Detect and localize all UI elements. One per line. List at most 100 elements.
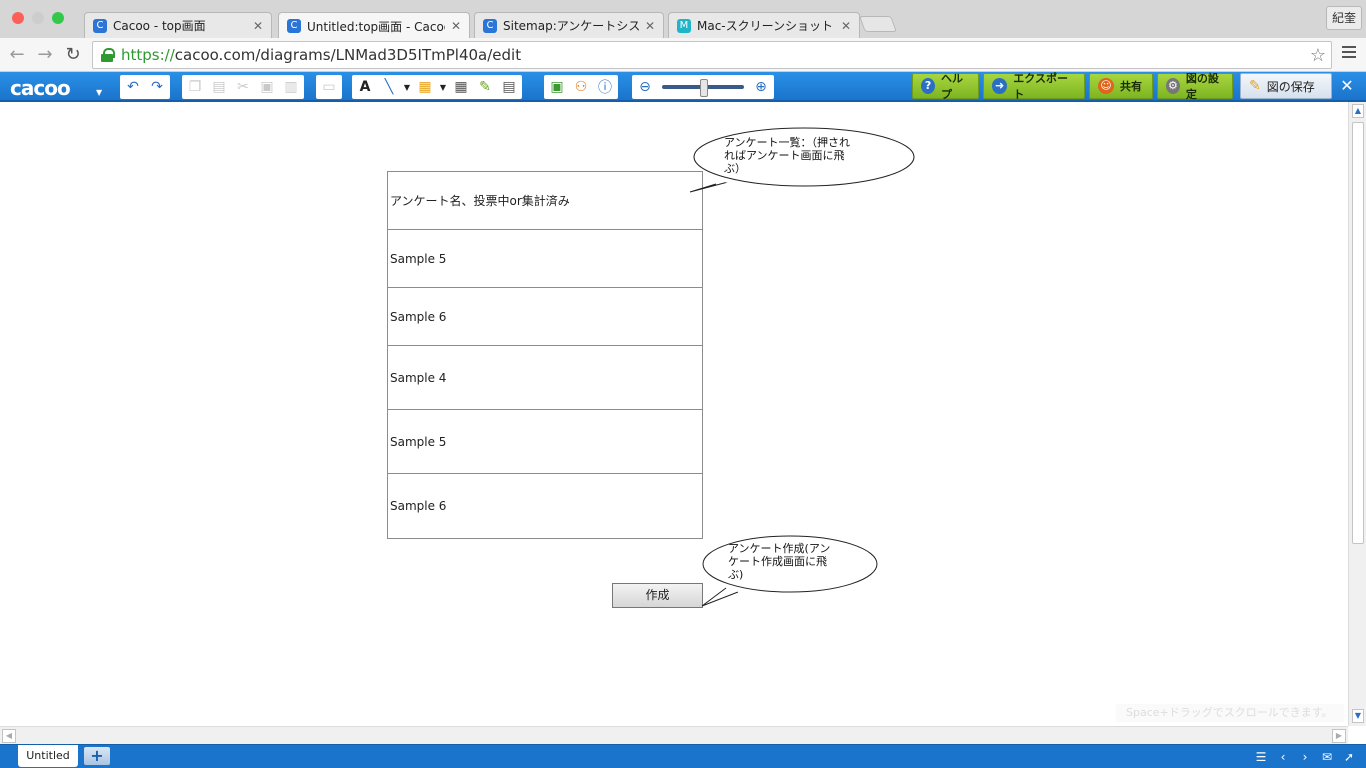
undo-redo-group: ↶ ↷ xyxy=(120,75,170,99)
minimize-window-button[interactable] xyxy=(32,12,44,24)
tab-title: Sitemap:アンケートシステム xyxy=(503,19,639,33)
create-button[interactable]: 作成 xyxy=(612,583,703,608)
prev-sheet-icon[interactable]: ‹ xyxy=(1274,748,1292,766)
list-header-row[interactable]: アンケート名、投票中or集計済み xyxy=(387,171,703,230)
text-tool-icon[interactable]: A xyxy=(354,76,376,98)
close-tab-icon[interactable]: ✕ xyxy=(451,19,461,33)
tab-title: Untitled:top画面 - Cacoo xyxy=(307,19,445,34)
export-label: エクスポート xyxy=(1013,72,1068,101)
save-button[interactable]: ✎ 図の保存 xyxy=(1240,73,1332,99)
tab-title: Mac-スクリーンショット | 初 xyxy=(697,19,835,33)
info-icon[interactable]: ⓘ xyxy=(594,76,616,98)
row-label: Sample 5 xyxy=(390,434,447,449)
zoom-out-icon[interactable]: ⊖ xyxy=(634,76,656,98)
close-tab-icon[interactable]: ✕ xyxy=(645,19,655,33)
reload-icon[interactable]: ↻ xyxy=(62,44,84,66)
image-icon[interactable]: ▣ xyxy=(546,76,568,98)
horizontal-scrollbar[interactable]: ◀ ▶ xyxy=(0,726,1348,744)
browser-tab[interactable]: C Sitemap:アンケートシステム ✕ xyxy=(474,12,664,38)
scroll-left-icon[interactable]: ◀ xyxy=(2,729,16,743)
paste-icon[interactable]: ▤ xyxy=(208,76,230,98)
line-tool-icon[interactable]: ╲ xyxy=(378,76,400,98)
cacoo-logo[interactable]: cacoo xyxy=(10,76,71,100)
gear-icon: ⚙ xyxy=(1166,78,1180,94)
browser-tab[interactable]: C Cacoo - top画面 ✕ xyxy=(84,12,272,38)
list-item[interactable]: Sample 5 xyxy=(387,409,703,474)
chevron-down-icon[interactable]: ▼ xyxy=(438,76,448,98)
bookmark-star-icon[interactable]: ☆ xyxy=(1310,45,1326,66)
close-window-button[interactable] xyxy=(12,12,24,24)
export-icon: ➜ xyxy=(992,78,1008,94)
draw-tools-group: A ╲ ▼ ▦ ▼ ▦ ✎ ▤ xyxy=(352,75,522,99)
sheet-tab[interactable]: Untitled xyxy=(18,745,78,767)
copy-icon[interactable]: ❐ xyxy=(184,76,206,98)
add-sheet-button[interactable]: + xyxy=(84,747,110,765)
callout-line: ればアンケート画面に飛 xyxy=(724,149,845,162)
share-icon: ☺ xyxy=(1098,78,1114,94)
shape-tool-icon[interactable]: ▦ xyxy=(414,76,436,98)
zoom-slider[interactable] xyxy=(662,79,744,97)
chevron-down-icon[interactable]: ▼ xyxy=(96,88,102,97)
redo-icon[interactable]: ↷ xyxy=(146,76,168,98)
share-label: 共有 xyxy=(1120,80,1142,93)
export-button[interactable]: ➜ エクスポート xyxy=(983,72,1085,101)
zoom-in-icon[interactable]: ⊕ xyxy=(750,76,772,98)
list-item[interactable]: Sample 5 xyxy=(387,229,703,288)
zoom-window-button[interactable] xyxy=(52,12,64,24)
profile-button[interactable]: 紀奎 xyxy=(1326,6,1362,30)
list-item[interactable]: Sample 4 xyxy=(387,345,703,410)
cacoo-toolbar: cacoo ▼ ↶ ↷ ❐ ▤ ✂ ▣ ▥ ▭ A ╲ ▼ ▦ ▼ ▦ ✎ ▤ … xyxy=(0,72,1366,102)
row-label: Sample 6 xyxy=(390,499,447,513)
browser-tab-active[interactable]: C Untitled:top画面 - Cacoo ✕ xyxy=(278,12,470,39)
forward-arrow-icon[interactable]: → xyxy=(34,44,56,66)
row-label: Sample 4 xyxy=(390,370,447,385)
list-icon[interactable]: ☰ xyxy=(1252,748,1270,766)
scroll-right-icon[interactable]: ▶ xyxy=(1332,729,1346,743)
address-bar[interactable]: https:// cacoo.com/diagrams/LNMad3D5ITmP… xyxy=(92,41,1332,69)
diagram-settings-button[interactable]: ⚙ 図の設定 xyxy=(1157,72,1233,101)
comment-group: ▭ xyxy=(316,75,342,99)
url-path: cacoo.com/diagrams/LNMad3D5ITmPl40a/edit xyxy=(174,46,522,64)
next-sheet-icon[interactable]: › xyxy=(1296,748,1314,766)
cut-icon[interactable]: ✂ xyxy=(232,76,254,98)
scroll-down-icon[interactable]: ▼ xyxy=(1352,709,1364,723)
chat-icon[interactable]: ✉ xyxy=(1318,748,1336,766)
close-tab-icon[interactable]: ✕ xyxy=(253,19,263,33)
save-icon: ✎ xyxy=(1249,78,1261,94)
scroll-up-icon[interactable]: ▲ xyxy=(1352,104,1364,118)
browser-toolbar: ← → ↻ https:// cacoo.com/diagrams/LNMad3… xyxy=(0,38,1366,72)
stencil-tool-icon[interactable]: ▤ xyxy=(498,76,520,98)
vertical-scrollbar[interactable]: ▲ ▼ xyxy=(1348,102,1366,726)
browser-tab[interactable]: M Mac-スクリーンショット | 初 ✕ xyxy=(668,12,860,38)
list-item[interactable]: Sample 6 xyxy=(387,473,703,539)
chevron-down-icon[interactable]: ▼ xyxy=(402,76,412,98)
undo-icon[interactable]: ↶ xyxy=(122,76,144,98)
diagram-canvas[interactable]: アンケート名、投票中or集計済み Sample 5 Sample 6 Sampl… xyxy=(0,102,1348,726)
list-item[interactable]: Sample 6 xyxy=(387,287,703,346)
new-tab-button[interactable] xyxy=(859,16,897,32)
pointer-icon[interactable]: ➚ xyxy=(1340,748,1358,766)
sheet-bar-tools: ☰ ‹ › ✉ ➚ xyxy=(1252,748,1358,766)
duplicate-icon[interactable]: ▣ xyxy=(256,76,278,98)
link-icon[interactable]: ⚇ xyxy=(570,76,592,98)
cacoo-favicon-icon: C xyxy=(483,18,497,33)
lock-icon xyxy=(101,48,115,62)
callout-line: ぶ) xyxy=(728,568,744,581)
list-callout-text: アンケート一覧：（押され ればアンケート画面に飛 ぶ） xyxy=(724,136,874,175)
pen-tool-icon[interactable]: ✎ xyxy=(474,76,496,98)
back-arrow-icon[interactable]: ← xyxy=(6,44,28,66)
save-label: 図の保存 xyxy=(1266,79,1315,94)
close-editor-icon[interactable]: ✕ xyxy=(1336,75,1358,97)
help-label: ヘルプ xyxy=(941,72,964,101)
table-tool-icon[interactable]: ▦ xyxy=(450,76,472,98)
share-button[interactable]: ☺ 共有 xyxy=(1089,73,1153,99)
close-tab-icon[interactable]: ✕ xyxy=(841,19,851,33)
comment-icon[interactable]: ▭ xyxy=(318,76,340,98)
help-button[interactable]: ? ヘルプ xyxy=(912,72,979,101)
sheet-bar: Untitled + ☰ ‹ › ✉ ➚ xyxy=(0,744,1366,768)
browser-menu-icon[interactable] xyxy=(1342,46,1356,60)
settings-label: 図の設定 xyxy=(1185,72,1219,101)
url-scheme: https:// xyxy=(121,46,175,64)
scrollbar-thumb[interactable] xyxy=(1352,122,1364,544)
delete-icon[interactable]: ▥ xyxy=(280,76,302,98)
